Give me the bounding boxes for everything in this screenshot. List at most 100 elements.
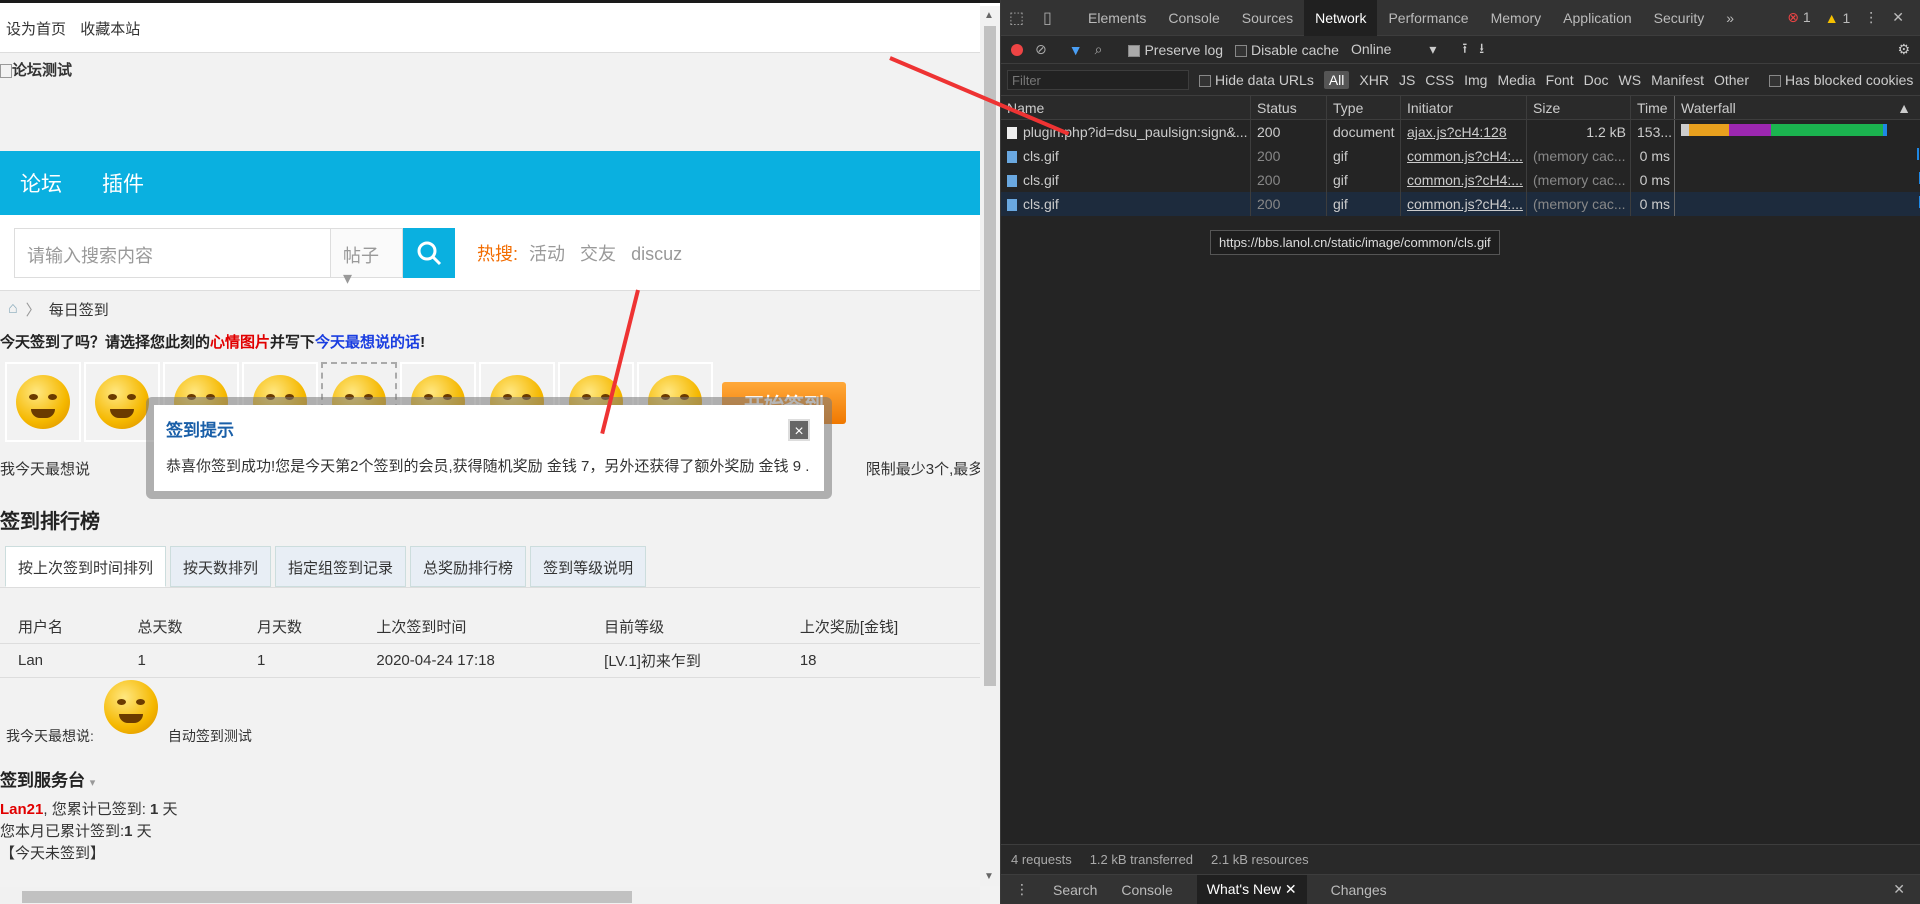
tab-group-records[interactable]: 指定组签到记录 — [275, 546, 407, 587]
service-title[interactable]: 签到服务台 ▾ — [0, 752, 1000, 799]
site-logo[interactable]: 论坛测试 — [0, 53, 1000, 151]
type-css[interactable]: CSS — [1425, 72, 1454, 88]
service-line: 【今天未签到】 — [0, 845, 106, 862]
horizontal-scrollbar[interactable] — [0, 887, 980, 904]
filter-input[interactable]: Filter — [1007, 69, 1189, 90]
tab-by-days[interactable]: 按天数排列 — [170, 546, 272, 587]
disable-cache-checkbox[interactable]: Disable cache — [1235, 42, 1339, 58]
clear-icon[interactable]: ⊘ — [1035, 41, 1047, 58]
type-font[interactable]: Font — [1546, 72, 1574, 88]
type-manifest[interactable]: Manifest — [1651, 72, 1704, 88]
inspect-icon[interactable]: ⬚ — [1009, 8, 1043, 28]
type-js[interactable]: JS — [1399, 72, 1415, 88]
col-status[interactable]: Status — [1251, 96, 1327, 119]
kebab-menu-icon[interactable]: ⋮ — [1864, 9, 1878, 26]
error-badge[interactable]: ⊗ 1 — [1787, 9, 1810, 26]
tab-by-last-time[interactable]: 按上次签到时间排列 — [5, 546, 167, 587]
scroll-thumb[interactable] — [984, 26, 996, 686]
close-icon[interactable]: ✕ — [1892, 9, 1904, 26]
drawer-tab-changes[interactable]: Changes — [1331, 882, 1387, 898]
drawer-menu-icon[interactable]: ⋮ — [1015, 881, 1029, 898]
col-waterfall[interactable]: Waterfall ▲ — [1675, 96, 1920, 119]
more-tabs-icon[interactable]: » — [1715, 0, 1745, 36]
set-home-link[interactable]: 设为首页 — [6, 21, 66, 38]
record-icon[interactable] — [1011, 43, 1023, 56]
close-icon[interactable]: × — [788, 419, 810, 441]
nav-plugin[interactable]: 插件 — [102, 168, 144, 198]
type-doc[interactable]: Doc — [1584, 72, 1609, 88]
tab-security[interactable]: Security — [1643, 0, 1716, 36]
drawer-tab-search[interactable]: Search — [1053, 882, 1097, 898]
scroll-thumb[interactable] — [22, 891, 632, 903]
nav-forum[interactable]: 论坛 — [20, 168, 62, 198]
col-size[interactable]: Size — [1527, 96, 1631, 119]
close-drawer-icon[interactable]: ✕ — [1893, 881, 1920, 898]
throttle-select[interactable]: Online ▾ — [1351, 41, 1436, 58]
import-icon[interactable]: ⭱ — [1462, 38, 1467, 62]
drawer-tab-console[interactable]: Console — [1121, 882, 1172, 898]
col-time[interactable]: Time — [1631, 96, 1675, 119]
devtools-status: ⊗ 1 ▲ 1 ⋮ ✕ — [1787, 9, 1920, 26]
checkbox[interactable] — [1199, 74, 1211, 87]
hot-word[interactable]: 活动 — [529, 244, 565, 264]
tab-elements[interactable]: Elements — [1077, 0, 1157, 36]
scroll-up-icon[interactable]: ▲ — [984, 10, 994, 21]
home-icon[interactable]: ⌂ — [8, 300, 18, 318]
request-initiator[interactable]: ajax.js?cH4:128 — [1401, 120, 1527, 144]
blocked-cookies-checkbox[interactable]: Has blocked cookies — [1769, 72, 1913, 88]
tab-level-info[interactable]: 签到等级说明 — [530, 546, 647, 587]
tab-memory[interactable]: Memory — [1480, 0, 1553, 36]
preserve-log-checkbox[interactable]: Preserve log — [1128, 42, 1223, 58]
tab-application[interactable]: Application — [1552, 0, 1643, 36]
close-icon[interactable]: ✕ — [1285, 881, 1297, 897]
search-icon[interactable]: ⌕ — [1095, 41, 1103, 58]
cell: 1 — [238, 643, 359, 678]
tab-console[interactable]: Console — [1157, 0, 1230, 36]
search-input[interactable]: 请输入搜索内容 — [14, 227, 331, 278]
search-type-select[interactable]: 帖子 ▾ — [331, 227, 403, 288]
col-initiator[interactable]: Initiator — [1401, 96, 1527, 119]
hot-word[interactable]: 交友 — [580, 244, 616, 264]
username[interactable]: Lan21 — [0, 801, 43, 818]
type-xhr[interactable]: XHR — [1359, 72, 1389, 88]
col-type[interactable]: Type — [1327, 96, 1401, 119]
drawer-tab-whats-new[interactable]: What's New ✕ — [1196, 875, 1307, 904]
request-initiator[interactable]: common.js?cH4:... — [1401, 144, 1527, 168]
type-all[interactable]: All — [1323, 70, 1350, 89]
type-media[interactable]: Media — [1497, 72, 1535, 88]
rank-tabs: 按上次签到时间排列 按天数排列 指定组签到记录 总奖励排行榜 签到等级说明 — [0, 546, 1000, 588]
mood-face[interactable] — [5, 362, 81, 442]
service-line: 您本月已累计签到:1 天 — [0, 821, 1000, 843]
search-button[interactable] — [403, 227, 455, 278]
device-toggle-icon[interactable]: ▯ — [1043, 8, 1077, 28]
hot-word[interactable]: discuz — [631, 244, 682, 264]
gear-icon[interactable]: ⚙ — [1897, 41, 1920, 58]
request-row[interactable]: plugin.php?id=dsu_paulsign:sign&... 200 … — [1001, 120, 1920, 144]
request-row[interactable]: cls.gif 200 gif common.js?cH4:... (memor… — [1001, 144, 1920, 168]
hide-data-urls-checkbox[interactable]: Hide data URLs — [1199, 72, 1314, 88]
tab-sources[interactable]: Sources — [1231, 0, 1304, 36]
checkbox[interactable] — [1235, 44, 1248, 57]
export-icon[interactable]: ⭳ — [1479, 38, 1484, 62]
col-name[interactable]: Name — [1001, 96, 1251, 119]
request-initiator[interactable]: common.js?cH4:... — [1401, 168, 1527, 192]
vertical-scrollbar[interactable]: ▲ ▼ — [980, 6, 1000, 886]
request-row-selected[interactable]: cls.gif 200 gif common.js?cH4:... (memor… — [1001, 192, 1920, 216]
tab-network[interactable]: Network — [1304, 0, 1378, 36]
tab-performance[interactable]: Performance — [1377, 0, 1479, 36]
request-initiator[interactable]: common.js?cH4:... — [1401, 192, 1527, 216]
network-header: Name Status Type Initiator Size Time Wat… — [1001, 96, 1920, 120]
warning-badge[interactable]: ▲ 1 — [1825, 10, 1851, 26]
type-other[interactable]: Other — [1714, 72, 1749, 88]
filter-icon[interactable]: ▼ — [1069, 42, 1083, 58]
request-row[interactable]: cls.gif 200 gif common.js?cH4:... (memor… — [1001, 168, 1920, 192]
checkbox[interactable] — [1128, 44, 1141, 57]
checkbox[interactable] — [1769, 74, 1781, 87]
bookmark-link[interactable]: 收藏本站 — [80, 21, 140, 38]
tab-reward-rank[interactable]: 总奖励排行榜 — [410, 546, 527, 587]
type-img[interactable]: Img — [1464, 72, 1487, 88]
type-ws[interactable]: WS — [1619, 72, 1642, 88]
scroll-down-icon[interactable]: ▼ — [984, 871, 994, 882]
cell-user[interactable]: Lan — [0, 643, 120, 678]
col-header: 目前等级 — [604, 619, 665, 636]
